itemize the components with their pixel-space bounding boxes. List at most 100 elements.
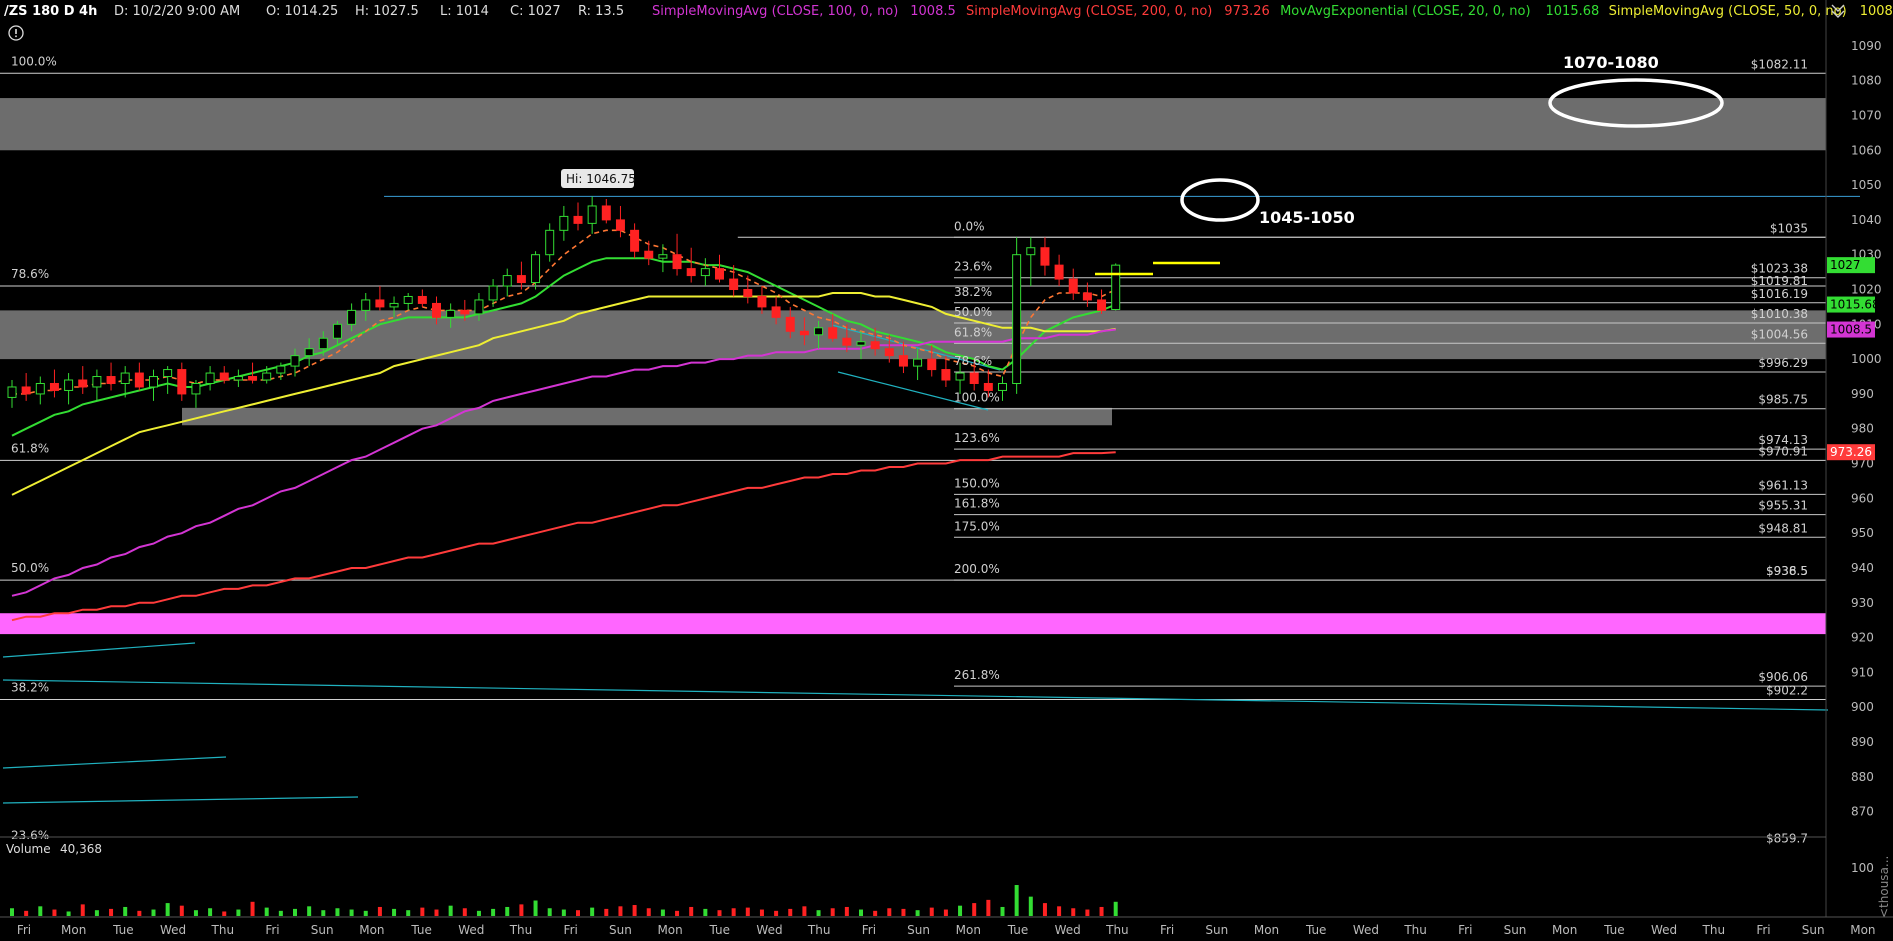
candle-body [658, 254, 668, 259]
y-tick-1090: 1090 [1851, 39, 1882, 53]
x-tick-33: Wed [1651, 923, 1677, 937]
volume-bar-3 [52, 909, 57, 916]
y-tick-910: 910 [1851, 665, 1874, 679]
y-tick-960: 960 [1851, 491, 1874, 505]
volume-bar-64 [915, 910, 920, 916]
study-value-3: 1008.71 [1860, 4, 1893, 19]
price-label-7: $996.29 [1758, 356, 1808, 370]
x-tick-1: Mon [61, 923, 86, 937]
y-tick-890: 890 [1851, 735, 1874, 749]
price-label-8: $985.75 [1758, 393, 1808, 407]
x-tick-29: Fri [1458, 923, 1472, 937]
candle-body [361, 299, 371, 311]
x-tick-31: Mon [1552, 923, 1577, 937]
candlestick-chart[interactable]: /ZS 180 D 4h D: 10/2/20 9:00 AM O: 1014.… [0, 0, 1893, 941]
x-tick-7: Mon [359, 923, 384, 937]
volume-bar-39 [561, 909, 566, 916]
right-fib-label-7: 123.6% [954, 431, 1000, 445]
left-fib-label-2: 61.8% [11, 441, 49, 455]
volume-bar-60 [859, 909, 863, 916]
volume-bar-53 [759, 909, 764, 916]
x-tick-27: Wed [1353, 923, 1379, 937]
hi-label: Hi: 1046.75 [561, 169, 636, 188]
y-tick-950: 950 [1851, 526, 1874, 540]
right-fib-label-6: 100.0% [954, 391, 1000, 405]
study-value-1: 973.26 [1224, 4, 1270, 19]
x-tick-14: Tue [709, 923, 731, 937]
y-tick-870: 870 [1851, 805, 1874, 819]
candle-body [417, 295, 427, 304]
x-tick-32: Tue [1603, 923, 1625, 937]
candle-body [927, 358, 937, 371]
volume-bar-25 [363, 910, 368, 916]
price-label-12: $955.31 [1758, 499, 1808, 513]
volume-bar-73 [1042, 903, 1047, 916]
x-tick-18: Sun [907, 923, 930, 937]
volume-bar-22 [321, 910, 326, 916]
price-label-6: $1004.56 [1751, 327, 1808, 341]
volume-bar-15 [222, 911, 227, 916]
candle-body [432, 302, 441, 318]
volume-bar-52 [745, 907, 750, 916]
volume-bar-7 [109, 908, 114, 916]
volume-bar-59 [844, 906, 849, 916]
candle-body [1012, 254, 1022, 384]
candle-body [715, 268, 724, 280]
x-tick-21: Wed [1055, 923, 1081, 937]
volume-bar-35 [505, 906, 510, 916]
volume-bar-32 [462, 908, 467, 916]
candle-body [347, 309, 357, 325]
right-fib-label-11: 200.0% [954, 562, 1000, 576]
volume-bar-17 [250, 901, 255, 916]
x-tick-24: Sun [1205, 923, 1228, 937]
candle-body [7, 386, 17, 398]
price-label-13: $948.81 [1758, 521, 1808, 535]
candle-body [898, 355, 908, 367]
candle-body [106, 376, 116, 384]
candle-body [1111, 264, 1121, 311]
price-label-5: $1010.38 [1751, 307, 1808, 321]
candle-body [403, 295, 413, 304]
x-tick-0: Fri [17, 923, 31, 937]
candle-body [446, 309, 456, 318]
price-badge-0: 1027 [1827, 257, 1875, 274]
price-label-17: $902.2 [1766, 684, 1808, 698]
y-tick-880: 880 [1851, 770, 1874, 784]
candle-body [870, 341, 880, 350]
y-tick-1070: 1070 [1851, 108, 1882, 122]
candle-body [828, 327, 838, 339]
volume-bar-1 [24, 910, 29, 916]
price-label-11: $961.13 [1758, 478, 1808, 492]
price-badge-3: 973.26 [1827, 444, 1875, 461]
right-fib-label-8: 150.0% [954, 476, 1000, 490]
y-tick-940: 940 [1851, 561, 1874, 575]
volume-bar-21 [307, 906, 312, 916]
candle-body [998, 382, 1007, 391]
volume-bar-72 [1028, 896, 1033, 916]
candle-body [262, 372, 272, 381]
x-tick-6: Sun [311, 923, 334, 937]
volume-bar-9 [137, 910, 142, 916]
right-fib-label-2: 38.2% [954, 285, 992, 299]
candle-body [460, 309, 470, 315]
y-tick-990: 990 [1851, 387, 1874, 401]
volume-bar-38 [547, 908, 552, 916]
y-tick-920: 920 [1851, 631, 1874, 645]
candle-body [233, 376, 243, 381]
volume-bar-23 [335, 908, 340, 916]
candle-body [149, 376, 158, 388]
volume-bar-51 [731, 908, 736, 916]
volume-bar-11 [165, 903, 170, 916]
volume-bar-40 [576, 910, 580, 916]
volume-bar-50 [717, 910, 722, 916]
volume-title: Volume [6, 842, 51, 856]
volume-bar-6 [94, 910, 99, 916]
volume-bar-19 [278, 910, 283, 916]
symbol-label[interactable]: /ZS 180 D 4h [4, 4, 97, 19]
volume-bar-45 [646, 908, 651, 916]
candle-body [318, 337, 328, 350]
x-tick-15: Wed [756, 923, 782, 937]
candle-71 [1012, 237, 1022, 394]
right-fib-label-3: 50.0% [954, 305, 992, 319]
x-tick-3: Wed [160, 923, 186, 937]
